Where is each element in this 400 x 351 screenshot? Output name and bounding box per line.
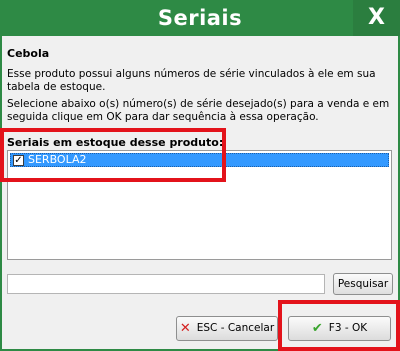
- ok-check-icon: ✔: [311, 321, 323, 336]
- product-description-2: Selecione abaixo o(s) número(s) de série…: [7, 98, 390, 123]
- ok-button-label: F3 - OK: [328, 322, 368, 334]
- product-description-1: Esse produto possui alguns números de sé…: [7, 68, 376, 93]
- cancel-x-icon: ✕: [179, 321, 191, 336]
- product-name: Cebola: [7, 47, 50, 60]
- serial-list-item[interactable]: ✓ SERBOLA2: [10, 153, 389, 167]
- serials-list-label: Seriais em estoque desse produto:: [7, 136, 224, 149]
- search-input[interactable]: [7, 274, 325, 294]
- cancel-button[interactable]: ✕ ESC - Cancelar: [176, 316, 278, 341]
- serial-checkbox[interactable]: ✓: [13, 155, 24, 166]
- close-button[interactable]: X: [353, 0, 400, 36]
- search-button[interactable]: Pesquisar: [333, 273, 393, 295]
- window-title: Seriais: [157, 6, 243, 30]
- serial-label: SERBOLA2: [28, 153, 87, 166]
- ok-button[interactable]: ✔ F3 - OK: [288, 316, 391, 341]
- serials-listbox[interactable]: ✓ SERBOLA2: [7, 150, 392, 260]
- cancel-button-label: ESC - Cancelar: [196, 322, 275, 334]
